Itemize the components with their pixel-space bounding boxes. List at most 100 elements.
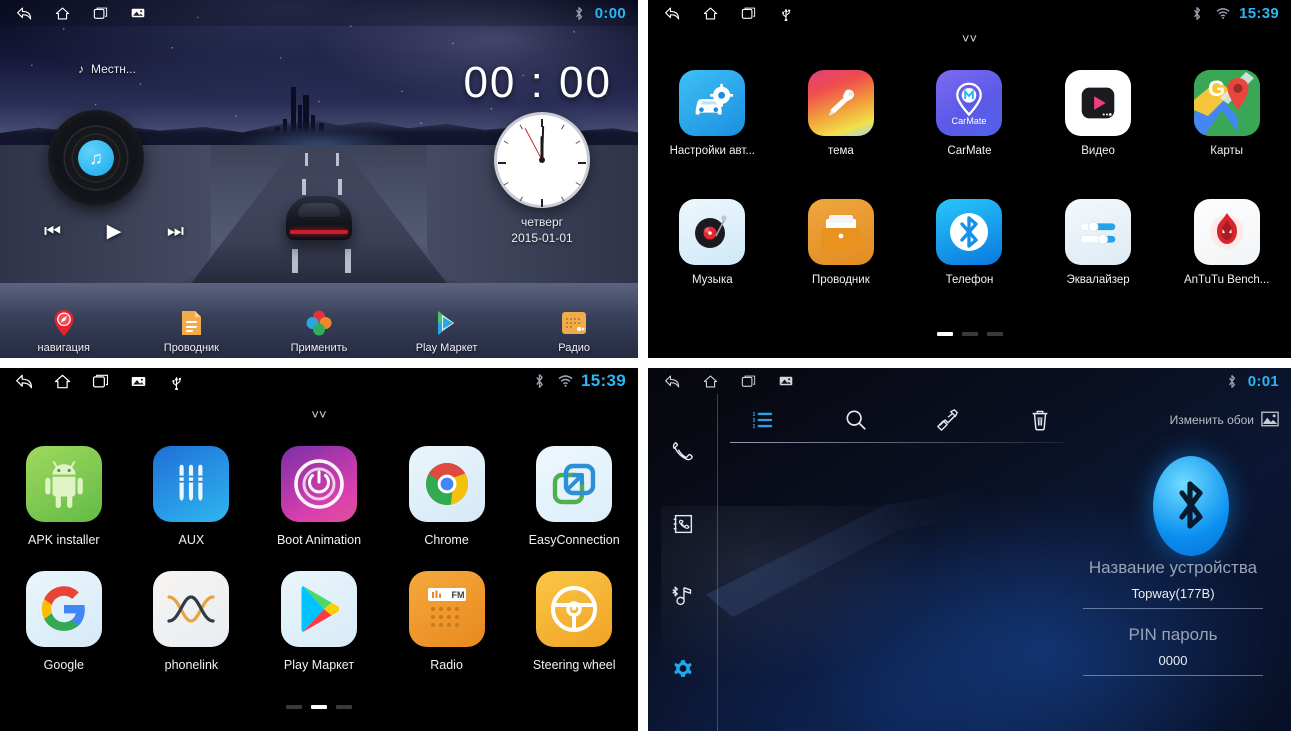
theme-brush-icon [807,70,874,136]
home-icon[interactable] [700,4,720,22]
steering-wheel-icon [536,571,613,647]
contacts-book-icon[interactable] [666,507,700,541]
dock-item-apply[interactable]: Применить [255,308,383,354]
app-google[interactable]: Google [0,571,128,672]
app-bluetooth-phone[interactable]: Телефон [905,199,1034,286]
panel-app-drawer-page-2: 15:39 ˅˅ APK installer AUX Boot Animatio… [0,368,638,731]
page-dot[interactable] [286,705,302,709]
bluetooth-music-icon[interactable] [666,580,700,614]
page-dot[interactable] [311,705,327,709]
dock-label: Проводник [163,342,219,354]
back-icon[interactable] [662,372,682,390]
clock-minute-hand [541,125,545,161]
bluetooth-icon [569,4,589,22]
recents-icon[interactable] [738,372,758,390]
app-theme[interactable]: тема [777,70,906,157]
app-row: Музыка Проводник Телефон Эквалайзер AnTu… [648,199,1291,286]
back-icon[interactable] [14,372,34,390]
play-button[interactable]: ▶ [107,222,122,241]
app-file-explorer[interactable]: Проводник [777,199,906,286]
recents-icon[interactable] [90,372,110,390]
usb-icon[interactable] [166,372,186,390]
page-dot[interactable] [936,332,953,336]
home-icon[interactable] [52,4,72,22]
next-track-button[interactable]: ⏭ [167,222,184,241]
screenshot-icon[interactable] [128,372,148,390]
home-dock: навигация Проводник Применить Play Марке… [0,283,638,358]
app-video[interactable]: Видео [1034,70,1163,157]
app-label: Карты [1210,145,1244,157]
app-antutu[interactable]: AnTuTu Bench... [1162,199,1291,286]
app-label: Play Маркет [283,658,355,672]
app-car-settings[interactable]: Настройки авт... [648,70,777,157]
page-dot[interactable] [336,705,352,709]
app-equalizer[interactable]: Эквалайзер [1034,199,1163,286]
dock-item-radio[interactable]: Радио [510,308,638,354]
app-label: AnTuTu Bench... [1183,274,1270,286]
app-music[interactable]: Музыка [648,199,777,286]
home-icon[interactable] [52,372,72,390]
status-bar: 0:01 [648,368,1291,394]
recents-icon[interactable] [90,4,110,22]
status-bar-clock: 15:39 [1239,4,1279,22]
status-bar-nav-icons [0,372,186,390]
chevron-down-icon[interactable]: ˅˅ [311,408,326,421]
file-manager-icon [176,308,206,338]
dock-item-file-manager[interactable]: Проводник [128,308,256,354]
search-icon[interactable] [810,408,902,432]
status-bar-indicators: 15:39 [1187,4,1291,22]
back-icon[interactable] [662,4,682,22]
app-maps[interactable]: G Карты [1162,70,1291,157]
google-g-icon [25,571,102,647]
wifi-icon [1213,4,1233,22]
app-carmate[interactable]: CarMate CarMate [905,70,1034,157]
app-radio[interactable]: FM Radio [383,571,511,672]
analog-clock-widget[interactable]: четверг 2015-01-01 [494,112,590,245]
app-play-market[interactable]: Play Маркет [255,571,383,672]
dock-label: Радио [558,342,591,354]
page-dot[interactable] [961,332,978,336]
change-wallpaper-button[interactable]: Изменить обои [1170,411,1291,430]
prev-track-button[interactable]: ⏮ [44,222,61,241]
navigation-pin-icon [49,308,79,338]
app-chrome[interactable]: Chrome [383,446,511,547]
trash-icon[interactable] [994,408,1086,432]
back-icon[interactable] [14,4,34,22]
recents-icon[interactable] [738,4,758,22]
dock-label: навигация [37,342,91,354]
change-wallpaper-label: Изменить обои [1169,413,1254,427]
page-dot[interactable] [986,332,1003,336]
app-apk-installer[interactable]: APK installer [0,446,128,547]
list-icon[interactable] [718,410,810,430]
dock-item-navigation[interactable]: навигация [0,308,128,354]
app-steering-wheel[interactable]: Steering wheel [510,571,638,672]
page-indicator [286,705,352,709]
radio-icon [559,308,589,338]
device-name-value[interactable]: Topway(177B) [1073,586,1273,601]
status-bar-indicators: 0:00 [569,4,638,22]
status-bar-indicators: 15:39 [529,371,638,391]
bluetooth-icon [1187,4,1207,22]
app-label: Steering wheel [532,658,616,672]
app-aux[interactable]: AUX [128,446,256,547]
music-widget[interactable]: ♫ [48,110,174,206]
vinyl-disc-icon[interactable]: ♫ [48,110,144,206]
radio-fm-icon: FM [408,571,485,647]
pair-hand-icon[interactable] [902,408,994,432]
usb-icon[interactable] [776,4,796,22]
dock-item-play-market[interactable]: Play Маркет [383,308,511,354]
digital-clock: 00 : 00 [463,58,612,107]
phone-handset-icon[interactable] [666,435,700,469]
app-label: EasyConnection [528,533,620,547]
screenshot-icon[interactable] [776,372,796,390]
easyconnection-icon [536,446,613,522]
app-phonelink[interactable]: phonelink [128,571,256,672]
pin-value[interactable]: 0000 [1073,653,1273,668]
app-boot-animation[interactable]: Boot Animation [255,446,383,547]
home-icon[interactable] [700,372,720,390]
svg-text:G: G [1208,76,1225,101]
app-easyconnection[interactable]: EasyConnection [510,446,638,547]
settings-gear-icon[interactable] [666,652,700,686]
chevron-down-icon[interactable]: ˅˅ [962,32,977,45]
screenshot-icon[interactable] [128,4,148,22]
